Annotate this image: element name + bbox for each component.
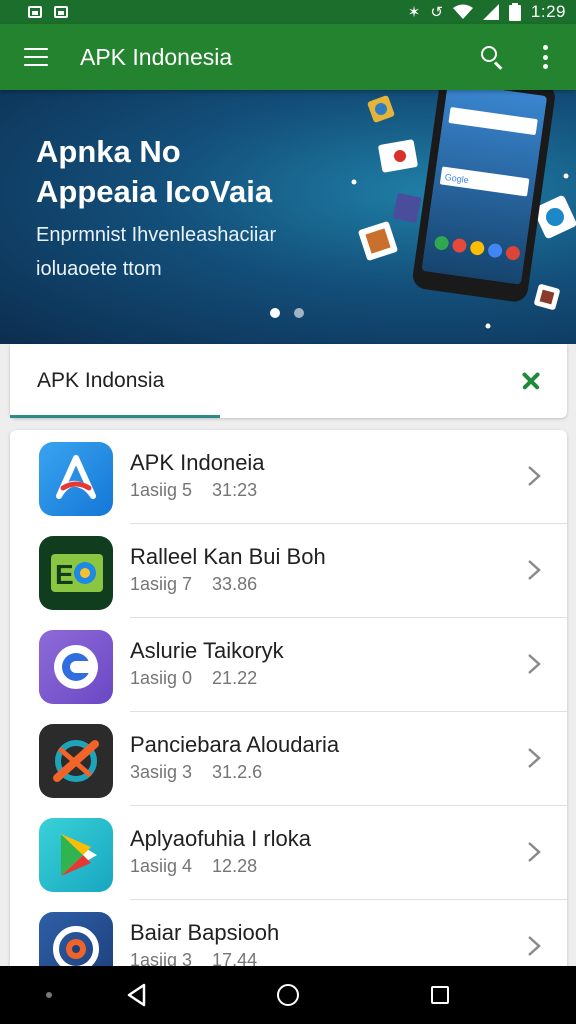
eo-app-icon: E [39,536,113,610]
chevron-right-icon [528,936,541,956]
app-name: Aslurie Taikoryk [130,638,284,663]
status-left-icons [28,6,68,18]
banner-pagination [270,308,304,318]
gallery-icon [54,6,68,18]
chevron-right-icon [528,466,541,486]
search-field-card: APK Indonsia [10,344,567,418]
banner-subtitle-line-2: ioluaoete ttom [36,258,162,280]
play-icon [39,818,113,892]
chevron-right-icon [528,748,541,768]
bluetooth-icon: ✶ [407,3,421,21]
status-right-icons: ✶ ↺ 1:29 [408,2,566,22]
list-item[interactable]: APK Indoneia 1asiig 5 31:23 [10,430,567,524]
close-icon[interactable] [520,370,542,392]
promo-banner[interactable]: Gogle Apnka No Appeaia IcoVaia Enprmnist… [0,90,576,344]
banner-page-dot[interactable] [294,308,304,318]
app-meta-b: 31:23 [212,480,258,500]
app-meta-a: 1asiig 5 [130,480,193,500]
app-meta-a: 1asiig 7 [130,574,193,594]
apk-store-icon [39,442,113,516]
search-query[interactable]: APK Indonsia [37,369,520,393]
app-meta-b: 21.22 [212,668,258,688]
app-bar: APK Indonesia [0,24,576,90]
banner-title: Apnka No Appeaia IcoVaia [36,132,272,212]
more-icon[interactable] [541,45,549,69]
signal-icon [482,4,499,20]
battery-icon [508,3,521,21]
app-meta-a: 1asiig 4 [130,856,193,876]
phone-illustration: Gogle [351,90,576,329]
app-meta: 3asiig 3 31.2.6 [130,762,262,783]
banner-subtitle: Enprmnist Ihvenleashaciiar ioluaoete tto… [36,218,276,286]
app-meta: 1asiig 0 21.22 [130,668,257,689]
wifi-icon [452,4,473,19]
nav-indicator-dot [46,992,52,998]
navigation-bar [0,966,576,1024]
list-item[interactable]: Aplyaofuhia I rloka 1asiig 4 12.28 [10,806,567,900]
banner-title-line-2: Appeaia IcoVaia [36,174,273,209]
image-icon [28,6,42,18]
list-item[interactable]: E Ralleel Kan Bui Boh 1asiig 7 33.86 [10,524,567,618]
svg-text:E: E [55,559,74,590]
app-meta: 1asiig 4 12.28 [130,856,257,877]
chevron-right-icon [528,842,541,862]
home-icon[interactable] [277,984,299,1006]
app-list: APK Indoneia 1asiig 5 31:23 E Ralleel Kan… [10,430,567,970]
app-meta: 1asiig 7 33.86 [130,574,257,595]
list-item[interactable]: Baiar Bapsiooh 1asiig 3 17.44 [10,900,567,970]
banner-title-line-1: Apnka No [36,134,181,169]
search-icon[interactable] [479,44,505,70]
status-time: 1:29 [530,2,566,21]
search-underline [10,415,220,418]
vibrate-icon: ↺ [430,3,443,21]
blue-app-icon [39,912,113,970]
app-meta-b: 31.2.6 [212,762,263,782]
app-meta: 1asiig 5 31:23 [130,480,257,501]
status-bar: ✶ ↺ 1:29 [0,0,576,24]
app-meta-a: 1asiig 0 [130,668,193,688]
app-name: Aplyaofuhia I rloka [130,826,311,851]
app-meta-a: 3asiig 3 [130,762,193,782]
list-item[interactable]: Aslurie Taikoryk 1asiig 0 21.22 [10,618,567,712]
app-name: Ralleel Kan Bui Boh [130,544,326,569]
app-name: Panciebara Aloudaria [130,732,340,757]
banner-page-dot[interactable] [270,308,280,318]
app-meta-b: 12.28 [212,856,258,876]
chevron-right-icon [528,560,541,580]
app-name: Baiar Bapsiooh [130,920,280,945]
back-icon[interactable] [124,982,150,1008]
recent-apps-icon[interactable] [431,986,449,1004]
menu-icon[interactable] [24,48,48,66]
chevron-right-icon [528,654,541,674]
list-item[interactable]: Panciebara Aloudaria 3asiig 3 31.2.6 [10,712,567,806]
app-meta-b: 33.86 [212,574,258,594]
banner-subtitle-line-1: Enprmnist Ihvenleashaciiar [36,224,277,246]
app-name: APK Indoneia [130,450,265,475]
dark-app-icon [39,724,113,798]
purple-app-icon [39,630,113,704]
app-title: APK Indonesia [80,43,233,70]
